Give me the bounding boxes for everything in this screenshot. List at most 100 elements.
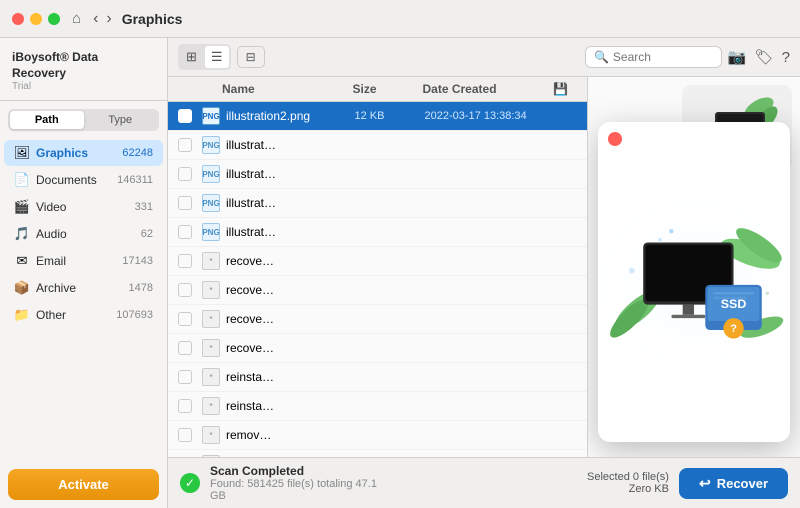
col-header-size: Size <box>353 82 423 96</box>
search-icon: 🔍 <box>594 50 609 64</box>
col-header-date: Date Created <box>423 82 554 96</box>
split-pane: Name Size Date Created 💾 PNG illustratio… <box>168 77 800 457</box>
file-checkbox[interactable] <box>178 399 192 413</box>
recover-button[interactable]: ↩ Recover <box>679 468 788 499</box>
file-name: recove… <box>226 341 355 355</box>
file-checkbox[interactable] <box>178 283 192 297</box>
file-type-icon: PNG <box>202 136 220 154</box>
file-name: reinsta… <box>226 399 355 413</box>
sidebar-items: 🖼 Graphics 62248 📄 Documents 146311 🎬 Vi… <box>0 135 167 461</box>
sidebar: iBoysoft® Data Recovery Trial Path Type … <box>0 38 168 508</box>
table-row[interactable]: PNG illustrat… <box>168 218 587 247</box>
camera-icon-button[interactable]: 📷 <box>728 48 747 66</box>
table-row[interactable]: * reinsta… <box>168 392 587 421</box>
sidebar-item-documents[interactable]: 📄 Documents 146311 <box>4 167 163 193</box>
graphics-icon: 🖼 <box>14 145 30 161</box>
app-name: iBoysoft® Data Recovery <box>12 50 155 81</box>
file-checkbox[interactable] <box>178 138 192 152</box>
file-type-icon: * <box>202 310 220 328</box>
table-row[interactable]: * remov… <box>168 421 587 450</box>
fullscreen-button[interactable] <box>48 13 60 25</box>
sidebar-item-graphics[interactable]: 🖼 Graphics 62248 <box>4 140 163 166</box>
tab-type[interactable]: Type <box>84 111 158 129</box>
file-checkbox[interactable] <box>178 341 192 355</box>
file-checkbox[interactable] <box>178 109 192 123</box>
file-checkbox[interactable] <box>178 196 192 210</box>
help-icon-button[interactable]: ? <box>782 49 790 66</box>
table-row[interactable]: PNG illustrat… <box>168 131 587 160</box>
table-row[interactable]: * reinsta… <box>168 363 587 392</box>
file-type-icon: * <box>202 455 220 457</box>
sidebar-item-audio-label: Audio <box>36 227 141 241</box>
save-icon: 💾 <box>553 82 568 96</box>
table-row[interactable]: * recove… <box>168 276 587 305</box>
search-input[interactable] <box>613 50 713 64</box>
view-toggle: ⊞ ☰ <box>178 44 231 70</box>
status-main-label: Scan Completed <box>210 464 389 478</box>
file-checkbox[interactable] <box>178 254 192 268</box>
table-row[interactable]: * recove… <box>168 247 587 276</box>
minimize-button[interactable] <box>30 13 42 25</box>
forward-button[interactable]: › <box>102 8 115 30</box>
table-row[interactable]: * repair-… <box>168 450 587 457</box>
table-row[interactable]: PNG illustrat… <box>168 189 587 218</box>
filter-button[interactable]: ⊟ <box>237 46 265 68</box>
file-name: recove… <box>226 283 355 297</box>
table-row[interactable]: PNG illustration2.png 12 KB 2022-03-17 1… <box>168 102 587 131</box>
file-checkbox[interactable] <box>178 225 192 239</box>
list-view-button[interactable]: ☰ <box>205 46 229 68</box>
sidebar-item-graphics-count: 62248 <box>122 147 153 159</box>
file-checkbox[interactable] <box>178 428 192 442</box>
recover-icon: ↩ <box>699 475 711 492</box>
sidebar-item-archive-label: Archive <box>36 281 129 295</box>
selected-count: Selected 0 file(s) Zero KB <box>587 471 669 495</box>
sidebar-item-archive-count: 1478 <box>129 282 153 294</box>
file-checkbox[interactable] <box>178 167 192 181</box>
file-name: illustrat… <box>226 138 355 152</box>
file-list-header: Name Size Date Created 💾 <box>168 77 587 102</box>
file-name: illustrat… <box>226 196 355 210</box>
audio-icon: 🎵 <box>14 226 30 242</box>
search-box: 🔍 <box>585 46 722 68</box>
activate-button[interactable]: Activate <box>8 469 159 500</box>
sidebar-item-documents-count: 146311 <box>117 174 153 186</box>
table-row[interactable]: * recove… <box>168 334 587 363</box>
traffic-lights <box>12 13 60 25</box>
sidebar-item-documents-label: Documents <box>36 173 117 187</box>
file-name: reinsta… <box>226 370 355 384</box>
sidebar-item-other[interactable]: 📁 Other 107693 <box>4 302 163 328</box>
close-button[interactable] <box>12 13 24 25</box>
file-checkbox[interactable] <box>178 312 192 326</box>
scan-complete-icon: ✓ <box>180 473 200 493</box>
sidebar-item-video[interactable]: 🎬 Video 331 <box>4 194 163 220</box>
file-type-icon: * <box>202 281 220 299</box>
file-name: illustrat… <box>226 167 355 181</box>
table-row[interactable]: PNG illustrat… <box>168 160 587 189</box>
file-size: 12 KB <box>355 110 425 122</box>
documents-icon: 📄 <box>14 172 30 188</box>
popup-overlay: SSD ? <box>598 107 790 457</box>
sidebar-item-video-label: Video <box>36 200 135 214</box>
file-type-icon: PNG <box>202 165 220 183</box>
back-button[interactable]: ‹ <box>89 8 102 30</box>
file-name: illustrat… <box>226 225 355 239</box>
home-icon[interactable]: ⌂ <box>72 10 81 27</box>
tag-icon-button[interactable]: 🏷 <box>755 48 774 66</box>
sidebar-item-video-count: 331 <box>135 201 153 213</box>
file-type-icon: * <box>202 252 220 270</box>
sidebar-item-email[interactable]: ✉ Email 17143 <box>4 248 163 274</box>
grid-view-button[interactable]: ⊞ <box>180 46 203 68</box>
status-text-group: Scan Completed Found: 581425 file(s) tot… <box>210 464 389 502</box>
file-name: illustration2.png <box>226 109 355 123</box>
table-row[interactable]: * recove… <box>168 305 587 334</box>
status-bar: ✓ Scan Completed Found: 581425 file(s) t… <box>168 457 800 508</box>
popup-close-button[interactable] <box>608 132 622 146</box>
tab-path[interactable]: Path <box>10 111 84 129</box>
file-checkbox[interactable] <box>178 370 192 384</box>
archive-icon: 📦 <box>14 280 30 296</box>
file-type-icon: PNG <box>202 194 220 212</box>
sidebar-item-archive[interactable]: 📦 Archive 1478 <box>4 275 163 301</box>
selected-files-label: Selected 0 file(s) <box>587 471 669 483</box>
sidebar-item-audio[interactable]: 🎵 Audio 62 <box>4 221 163 247</box>
sidebar-tabs: Path Type <box>8 109 159 131</box>
